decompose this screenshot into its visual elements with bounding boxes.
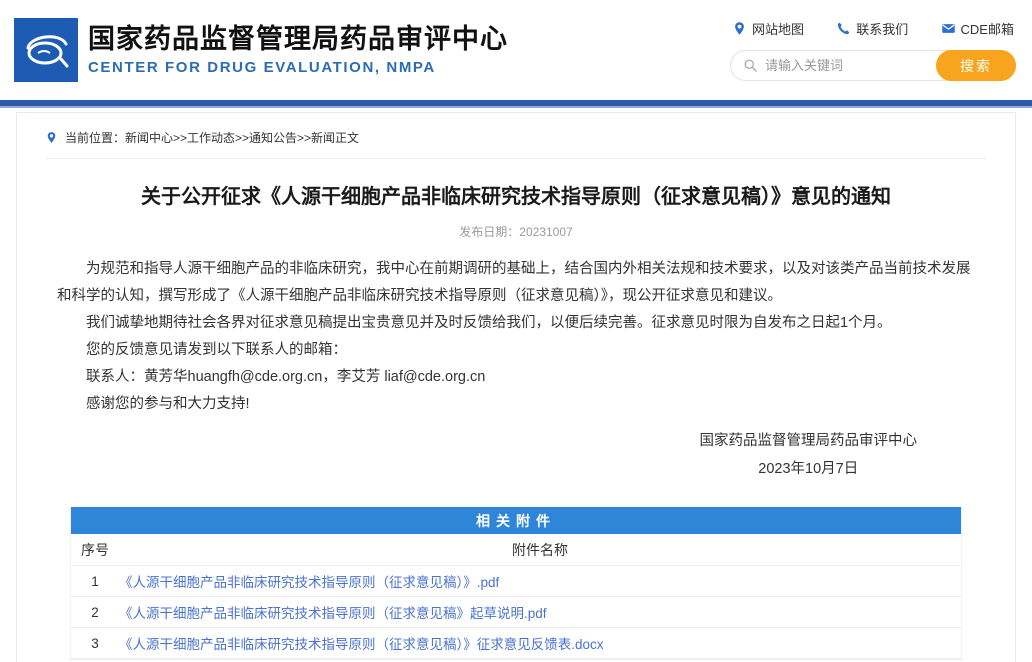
search-icon: [743, 58, 758, 73]
attachments-table: 相关附件 序号 附件名称 1 《人源干细胞产品非临床研究技术指导原则（征求意见稿…: [70, 507, 962, 660]
attachment-link-pdf[interactable]: 《人源干细胞产品非临床研究技术指导原则（征求意见稿》起草说明.pdf: [119, 606, 547, 621]
attachment-link-pdf[interactable]: 《人源干细胞产品非临床研究技术指导原则（征求意见稿）》.pdf: [119, 575, 499, 590]
attachment-number: 2: [71, 605, 119, 620]
breadcrumb-divider: [45, 158, 987, 159]
sitemap-link[interactable]: 网站地图: [732, 19, 804, 38]
breadcrumb: 当前位置：新闻中心>>工作动态>>通知公告>>新闻正文: [17, 113, 1015, 158]
site-title-cn: 国家药品监督管理局药品审评中心: [88, 24, 508, 55]
header-right: 网站地图 联系我们 CDE邮箱 搜索: [730, 19, 1016, 81]
cde-logo-icon: [20, 24, 72, 76]
paragraph: 为规范和指导人源干细胞产品的非临床研究，我中心在前期调研的基础上，结合国内外相关…: [57, 256, 975, 310]
attachments-title: 相关附件: [71, 507, 961, 534]
table-row: 2 《人源干细胞产品非临床研究技术指导原则（征求意见稿》起草说明.pdf: [71, 597, 961, 628]
paragraph: 感谢您的参与和大力支持!: [57, 391, 975, 418]
paragraph: 您的反馈意见请发到以下联系人的邮箱：: [57, 337, 975, 364]
content-container: 当前位置：新闻中心>>工作动态>>通知公告>>新闻正文 关于公开征求《人源干细胞…: [16, 112, 1016, 662]
article: 关于公开征求《人源干细胞产品非临床研究技术指导原则（征求意见稿）》意见的通知 发…: [17, 183, 1015, 660]
quick-links: 网站地图 联系我们 CDE邮箱: [730, 19, 1016, 38]
column-header-no: 序号: [71, 540, 119, 560]
paragraph-contacts: 联系人：黄芳华huangfh@cde.org.cn，李艾芳 liaf@cde.o…: [57, 364, 975, 391]
phone-icon: [836, 21, 851, 36]
breadcrumb-text: 当前位置：新闻中心>>工作动态>>通知公告>>新闻正文: [65, 129, 359, 146]
article-body: 为规范和指导人源干细胞产品的非临床研究，我中心在前期调研的基础上，结合国内外相关…: [57, 256, 975, 418]
header-divider-bar: [0, 100, 1032, 108]
cde-logo: [14, 18, 78, 82]
location-pin-icon: [732, 21, 747, 36]
site-brand: 国家药品监督管理局药品审评中心 CENTER FOR DRUG EVALUATI…: [14, 18, 508, 82]
sitemap-link-label: 网站地图: [752, 19, 804, 38]
attachment-number: 1: [71, 574, 119, 589]
search-button[interactable]: 搜索: [936, 50, 1016, 81]
contact-link[interactable]: 联系我们: [836, 19, 908, 38]
breadcrumb-pin-icon: [45, 130, 58, 145]
attachment-link-docx[interactable]: 《人源干细胞产品非临床研究技术指导原则（征求意见稿）》征求意见反馈表.docx: [119, 637, 604, 652]
contact-link-label: 联系我们: [856, 19, 908, 38]
table-row: 3 《人源干细胞产品非临床研究技术指导原则（征求意见稿）》征求意见反馈表.doc…: [71, 628, 961, 659]
site-header: 国家药品监督管理局药品审评中心 CENTER FOR DRUG EVALUATI…: [0, 0, 1032, 100]
article-title: 关于公开征求《人源干细胞产品非临床研究技术指导原则（征求意见稿）》意见的通知: [57, 183, 975, 211]
attachment-number: 3: [71, 636, 119, 651]
cde-mail-link[interactable]: CDE邮箱: [941, 19, 1014, 38]
cde-mail-link-label: CDE邮箱: [961, 19, 1014, 38]
attachments-header-row: 序号 附件名称: [71, 534, 961, 566]
publish-date: 发布日期：20231007: [57, 223, 975, 240]
signature-date: 2023年10月7日: [700, 456, 918, 483]
search-bar: 搜索: [730, 50, 1016, 81]
mail-icon: [941, 21, 956, 36]
brand-text: 国家药品监督管理局药品审评中心 CENTER FOR DRUG EVALUATI…: [88, 24, 508, 76]
site-title-en: CENTER FOR DRUG EVALUATION, NMPA: [88, 59, 508, 76]
paragraph: 我们诚挚地期待社会各界对征求意见稿提出宝贵意见并及时反馈给我们，以便后续完善。征…: [57, 310, 975, 337]
signature-block: 国家药品监督管理局药品审评中心 2023年10月7日: [57, 428, 975, 483]
column-header-name: 附件名称: [119, 540, 961, 560]
signature-org: 国家药品监督管理局药品审评中心: [700, 428, 918, 455]
table-row: 1 《人源干细胞产品非临床研究技术指导原则（征求意见稿）》.pdf: [71, 566, 961, 597]
